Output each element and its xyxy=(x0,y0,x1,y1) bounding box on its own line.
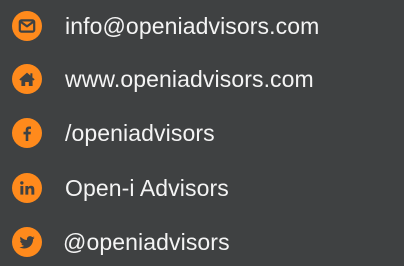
facebook-icon xyxy=(12,118,42,148)
email-link[interactable]: info@openiadvisors.com xyxy=(65,11,319,41)
contact-item-website[interactable]: www.openiadvisors.com xyxy=(12,64,314,94)
facebook-link[interactable]: /openiadvisors xyxy=(65,118,215,148)
linkedin-link[interactable]: Open-i Advisors xyxy=(65,173,229,203)
website-link[interactable]: www.openiadvisors.com xyxy=(65,64,314,94)
email-icon xyxy=(12,11,42,41)
contact-item-linkedin[interactable]: Open-i Advisors xyxy=(12,173,229,203)
linkedin-icon xyxy=(12,173,42,203)
home-icon xyxy=(12,64,42,94)
twitter-link[interactable]: @openiadvisors xyxy=(63,227,230,257)
contact-list: info@openiadvisors.com www.openiadvisors… xyxy=(0,0,404,266)
contact-item-facebook[interactable]: /openiadvisors xyxy=(12,118,215,148)
contact-item-email[interactable]: info@openiadvisors.com xyxy=(12,11,319,41)
twitter-icon xyxy=(12,227,42,257)
contact-item-twitter[interactable]: @openiadvisors xyxy=(12,227,230,257)
